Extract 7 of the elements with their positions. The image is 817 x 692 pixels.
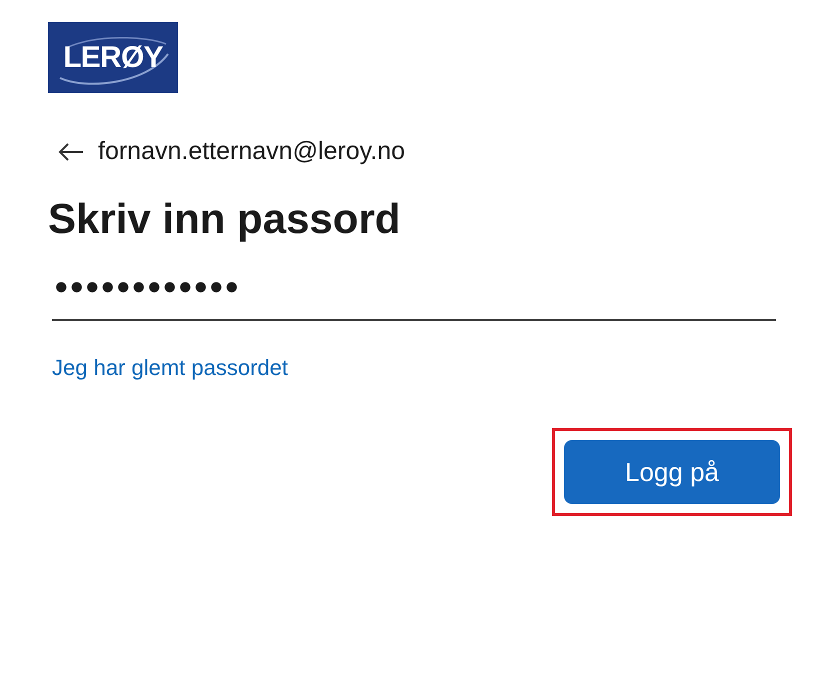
password-field[interactable]: ●●●●●●●●●●●● <box>52 269 776 321</box>
page-heading: Skriv inn passord <box>48 194 402 244</box>
back-arrow-icon[interactable] <box>58 142 84 162</box>
account-email: fornavn.etternavn@leroy.no <box>98 136 406 167</box>
sign-in-button[interactable]: Logg på <box>564 440 780 504</box>
forgot-password-link[interactable]: Jeg har glemt passordet <box>52 351 288 384</box>
logo-text: LERØY <box>63 42 163 72</box>
